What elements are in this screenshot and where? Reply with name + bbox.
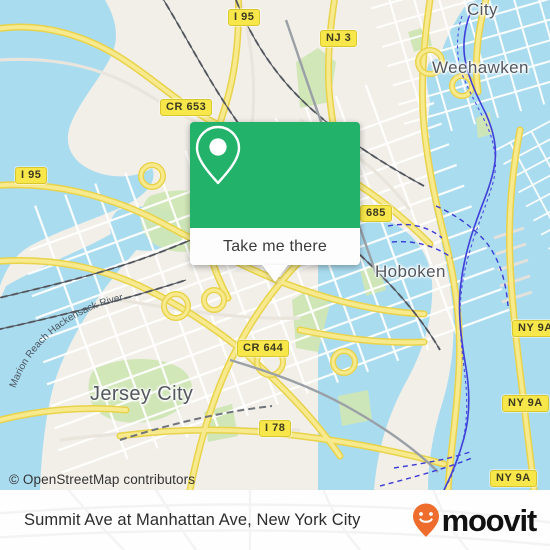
osm-attribution[interactable]: © OpenStreetMap contributors xyxy=(9,472,195,487)
popup-tail-pointer xyxy=(262,265,288,282)
route-shield-cr653[interactable]: CR 653 xyxy=(160,99,213,116)
route-shield-i78[interactable]: I 78 xyxy=(259,420,292,437)
location-title: Summit Ave at Manhattan Ave, New York Ci… xyxy=(24,510,361,529)
map-screenshot: City Weehawken Hoboken Jersey City Mario… xyxy=(0,0,550,550)
route-shield-i95-west[interactable]: I 95 xyxy=(15,167,48,184)
route-shield-nj3[interactable]: NJ 3 xyxy=(320,30,358,47)
route-shield-i95-north[interactable]: I 95 xyxy=(228,9,261,26)
map-canvas[interactable]: City Weehawken Hoboken Jersey City Mario… xyxy=(0,0,550,490)
take-me-there-label: Take me there xyxy=(223,237,327,255)
water-label-hackensack-river: Marion Reach Hackensack River xyxy=(8,292,125,389)
moovit-smiley-pin-icon xyxy=(412,503,439,537)
route-shield-685[interactable]: 685 xyxy=(360,205,392,222)
place-label-city: City xyxy=(467,0,498,19)
popup-action-row[interactable]: Take me there xyxy=(190,228,360,265)
place-label-weehawken: Weehawken xyxy=(432,58,529,77)
map-pin-icon xyxy=(195,125,241,185)
route-shield-ny9a-lower[interactable]: NY 9A xyxy=(490,470,537,487)
popup-pin-area xyxy=(190,122,360,228)
route-shield-ny9a-mid[interactable]: NY 9A xyxy=(502,395,549,412)
moovit-brand[interactable]: moovit xyxy=(411,502,538,538)
footer-bar: Summit Ave at Manhattan Ave, New York Ci… xyxy=(0,490,550,550)
route-shield-cr644[interactable]: CR 644 xyxy=(237,340,290,357)
route-shield-ny9a-upper[interactable]: NY 9A xyxy=(512,320,550,337)
moovit-wordmark: moovit xyxy=(441,502,538,538)
destination-popup-card[interactable]: Take me there xyxy=(190,122,360,282)
place-label-hoboken: Hoboken xyxy=(375,262,446,281)
